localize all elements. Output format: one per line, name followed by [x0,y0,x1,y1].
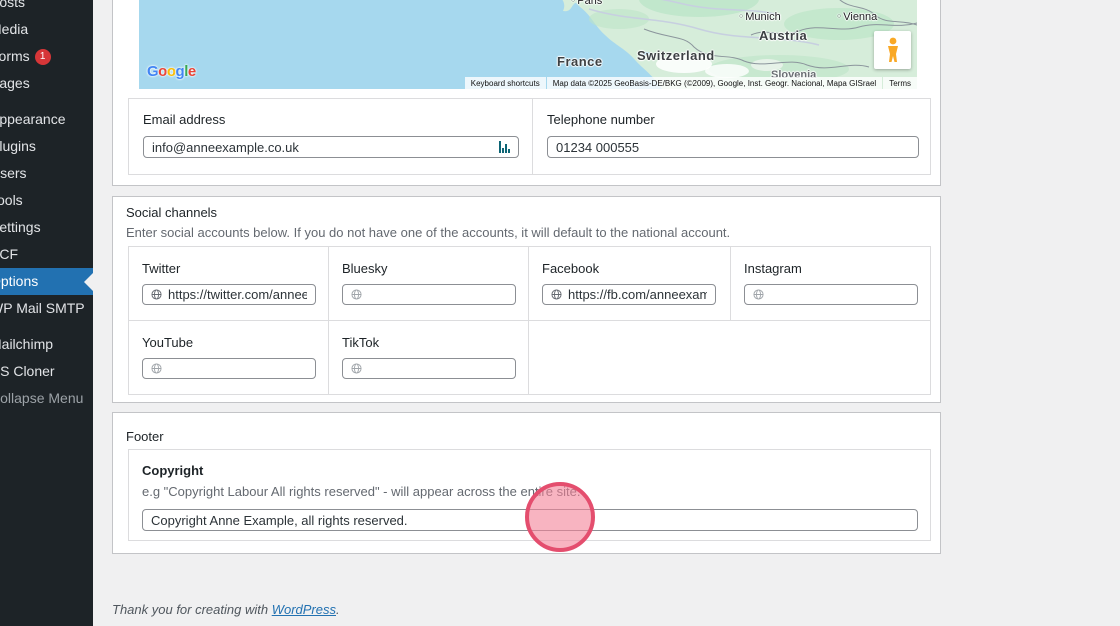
google-maps-logo: Google [147,63,196,80]
pegman-icon [887,37,898,62]
phone-field-cell: Telephone number 01234 000555 [533,99,933,174]
tiktok-field-cell: TikTok [329,321,529,395]
footer-heading: Footer [126,429,164,444]
sidebar-item-users[interactable]: Users [0,160,93,187]
facebook-url-field[interactable]: https://fb.com/anneexample [542,284,716,305]
email-label: Email address [143,112,226,127]
map-label-switzerland: Switzerland [637,48,715,63]
sidebar-item-pages[interactable]: Pages [0,70,93,97]
map-attribution-bar: Keyboard shortcuts Map data ©2025 GeoBas… [464,77,917,89]
email-field-cell: Email address info@anneexample.co.uk [129,99,533,174]
instagram-url-field[interactable] [744,284,918,305]
password-manager-icon[interactable] [499,141,510,153]
map-label-austria: Austria [759,28,808,43]
bluesky-url-field[interactable] [342,284,516,305]
tiktok-label: TikTok [342,335,380,350]
social-channels-heading: Social channels [126,205,218,220]
social-channels-panel: Social channels Enter social accounts be… [112,196,941,403]
active-item-arrow [84,272,93,291]
youtube-url-field[interactable] [142,358,316,379]
sidebar-item-mailchimp[interactable]: Mailchimp [0,331,93,358]
sidebar-item-options-active[interactable]: Options [0,268,93,295]
globe-icon [151,363,162,374]
bluesky-label: Bluesky [342,261,388,276]
instagram-field-cell: Instagram [731,247,931,321]
twitter-field-cell: Twitter https://twitter.com/anneexample [129,247,329,321]
tiktok-url-field[interactable] [342,358,516,379]
globe-icon [351,289,362,300]
sidebar-item-plugins[interactable]: Plugins [0,133,93,160]
map-label-vienna: Vienna [837,11,877,23]
map-label-munich: Munich [739,11,780,23]
admin-sidebar: Posts Media Forms1 Pages Appearance Plug… [0,0,93,626]
instagram-label: Instagram [744,261,802,276]
social-channels-description: Enter social accounts below. If you do n… [126,225,731,240]
map-terms-link[interactable]: Terms [883,77,917,89]
wordpress-thanks-text: Thank you for creating with WordPress. [112,602,340,617]
globe-icon [753,289,764,300]
sidebar-item-media[interactable]: Media [0,16,93,43]
telephone-field[interactable]: 01234 000555 [547,136,919,158]
globe-icon [351,363,362,374]
twitter-url-field[interactable]: https://twitter.com/anneexample [142,284,316,305]
copyright-field[interactable]: Copyright Anne Example, all rights reser… [142,509,918,531]
youtube-label: YouTube [142,335,194,350]
copyright-description: e.g "Copyright Labour All rights reserve… [142,484,581,499]
sidebar-separator [0,97,93,106]
sidebar-item-acf[interactable]: ACF [0,241,93,268]
sidebar-item-wp-mail-smtp[interactable]: WP Mail SMTP [0,295,93,322]
sidebar-item-forms[interactable]: Forms1 [0,43,93,70]
map-data-attribution: Map data ©2025 GeoBasis-DE/BKG (©2009), … [546,77,883,89]
wordpress-link[interactable]: WordPress [272,602,336,617]
twitter-label: Twitter [142,261,181,276]
sidebar-item-tools[interactable]: Tools [0,187,93,214]
footer-settings-panel: Footer Copyright e.g "Copyright Labour A… [112,412,941,554]
email-field[interactable]: info@anneexample.co.uk [143,136,519,158]
social-fields-grid: Twitter https://twitter.com/anneexample … [128,246,931,395]
contact-details-panel: Paris Slovakia Munich Vienna Austria Swi… [112,0,941,186]
sidebar-item-ns-cloner[interactable]: NS Cloner [0,358,93,385]
map-label-france: France [557,54,603,69]
wordpress-admin-page: Posts Media Forms1 Pages Appearance Plug… [0,0,1120,626]
keyboard-shortcuts-button[interactable]: Keyboard shortcuts [464,77,546,89]
bluesky-field-cell: Bluesky [329,247,529,321]
sidebar-item-settings[interactable]: Settings [0,214,93,241]
copyright-label: Copyright [142,463,204,478]
sidebar-separator [0,322,93,331]
sidebar-item-collapse-menu[interactable]: Collapse Menu [0,385,93,412]
globe-icon [551,289,562,300]
pegman-streetview-control[interactable] [874,31,911,69]
contact-fields-group: Email address info@anneexample.co.uk Tel… [128,98,931,175]
sidebar-item-appearance[interactable]: Appearance [0,106,93,133]
google-map[interactable]: Paris Slovakia Munich Vienna Austria Swi… [139,0,917,89]
empty-grid-cell [529,321,931,395]
facebook-label: Facebook [542,261,600,276]
facebook-field-cell: Facebook https://fb.com/anneexample [529,247,731,321]
globe-icon [151,289,162,300]
map-label-paris: Paris [571,0,602,7]
telephone-label: Telephone number [547,112,655,127]
sidebar-item-posts[interactable]: Posts [0,0,93,16]
copyright-field-group: Copyright e.g "Copyright Labour All righ… [128,449,931,541]
youtube-field-cell: YouTube [129,321,329,395]
forms-count-badge: 1 [34,49,51,66]
